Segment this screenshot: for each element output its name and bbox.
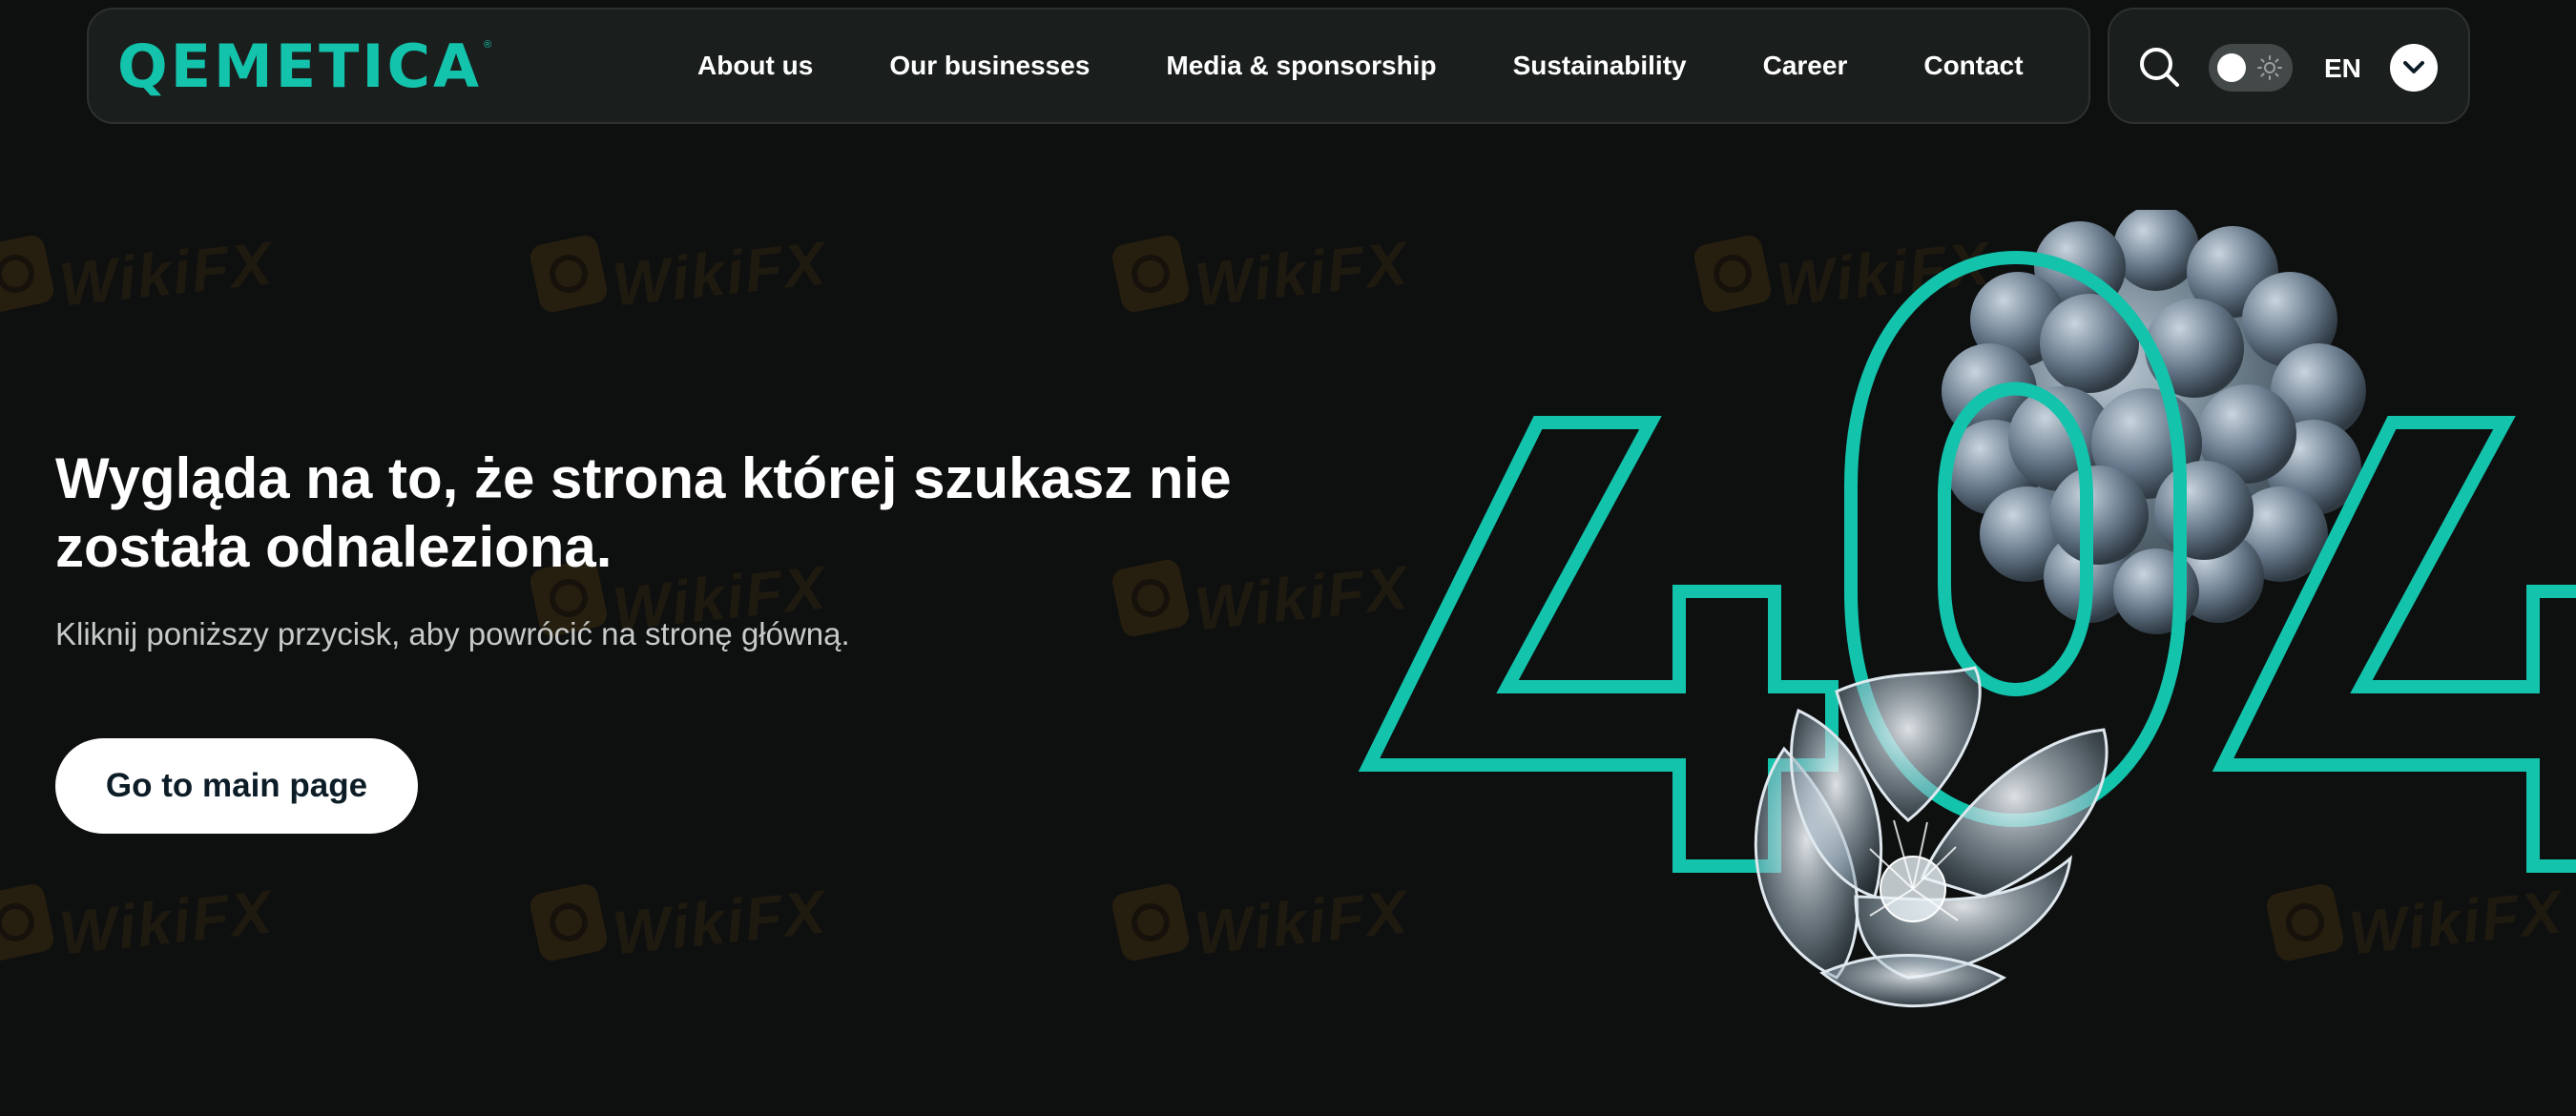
menu-item-our-businesses[interactable]: Our businesses <box>889 51 1090 81</box>
sun-icon <box>2257 55 2282 80</box>
glass-flower <box>1754 666 2109 1008</box>
main-navigation: QEMETICA ® About us Our businesses Media… <box>87 8 2090 124</box>
language-dropdown-button[interactable] <box>2390 44 2438 92</box>
logo: QEMETICA <box>117 31 482 101</box>
error-description: Kliknij poniższy przycisk, aby powrócić … <box>55 616 850 651</box>
tools-panel: EN <box>2108 8 2470 124</box>
menu-item-sustainability[interactable]: Sustainability <box>1513 51 1687 81</box>
watermark: WikiFX <box>0 228 277 320</box>
watermark-logo-icon <box>0 233 56 315</box>
theme-toggle[interactable] <box>2209 44 2293 92</box>
bumpy-sphere <box>1942 210 2366 634</box>
watermark: WikiFX <box>528 228 830 320</box>
toggle-knob <box>2217 53 2246 82</box>
404-illustration <box>1358 210 2576 1008</box>
watermark-logo-icon <box>1110 881 1192 963</box>
page: WikiFX WikiFX WikiFX WikiFX WikiFX WikiF… <box>0 0 2576 1116</box>
menu-item-media-sponsorship[interactable]: Media & sponsorship <box>1166 51 1436 81</box>
search-icon <box>2140 48 2179 87</box>
language-label: EN <box>2324 53 2361 83</box>
menu-item-contact[interactable]: Contact <box>1923 51 2023 81</box>
registered-mark: ® <box>483 39 492 51</box>
watermark-logo-icon <box>0 881 56 963</box>
watermark-logo-icon <box>528 233 610 315</box>
menu-item-about-us[interactable]: About us <box>697 51 813 81</box>
watermark: WikiFX <box>0 877 277 968</box>
menu-item-career[interactable]: Career <box>1763 51 1848 81</box>
search-button[interactable] <box>2136 44 2182 90</box>
watermark-logo-icon <box>528 881 610 963</box>
go-to-main-page-button[interactable]: Go to main page <box>55 738 418 834</box>
chevron-down-icon <box>2403 61 2424 73</box>
logo-link[interactable]: QEMETICA ® <box>117 31 492 101</box>
watermark: WikiFX <box>528 877 830 968</box>
menu: About us Our businesses Media & sponsors… <box>697 10 2024 122</box>
watermark-logo-icon <box>1110 233 1192 315</box>
error-headline: Wygląda na to, że strona której szukasz … <box>55 446 1232 579</box>
